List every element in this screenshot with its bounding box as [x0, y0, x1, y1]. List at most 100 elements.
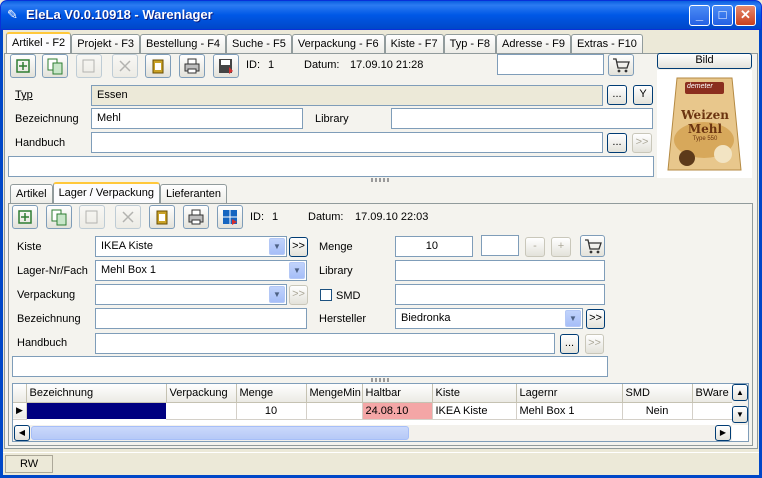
- grid-cell[interactable]: IKEA Kiste: [432, 402, 517, 420]
- search-input[interactable]: [497, 54, 604, 75]
- close-button[interactable]: ✕: [735, 5, 756, 26]
- col-header[interactable]: MengeMin: [306, 384, 363, 403]
- horizontal-scrollbar[interactable]: ◀ ▶: [13, 425, 732, 441]
- scroll-right-icon[interactable]: ▶: [715, 425, 731, 441]
- sub-tab-strip: Artikel Lager / Verpackung Lieferanten: [10, 182, 228, 204]
- chevron-down-icon[interactable]: ▼: [269, 286, 285, 303]
- menge-label: Menge: [319, 241, 353, 253]
- tab-suche[interactable]: Suche - F5: [226, 34, 292, 54]
- copy-icon[interactable]: [46, 205, 72, 229]
- print-icon[interactable]: [183, 205, 209, 229]
- smd-input[interactable]: [395, 284, 605, 305]
- chevron-down-icon[interactable]: ▼: [565, 310, 581, 327]
- kiste-select[interactable]: IKEA Kiste ▼: [95, 236, 287, 257]
- tab-typ[interactable]: Typ - F8: [443, 34, 496, 54]
- tab-projekt[interactable]: Projekt - F3: [71, 34, 141, 54]
- grid-cell[interactable]: 24.08.10: [362, 402, 433, 420]
- cart-icon[interactable]: [580, 235, 605, 257]
- hersteller-select[interactable]: Biedronka ▼: [395, 308, 583, 329]
- main-tab-strip: Artikel - F2 Projekt - F3 Bestellung - F…: [6, 32, 643, 54]
- tab-verpackung[interactable]: Verpackung - F6: [291, 34, 385, 54]
- scroll-up-icon[interactable]: ▲: [732, 384, 748, 401]
- col-header[interactable]: Bezeichnung: [26, 384, 167, 403]
- menge-input[interactable]: 10: [395, 236, 473, 257]
- edit-icon[interactable]: [79, 205, 105, 229]
- col-header[interactable]: Verpackung: [166, 384, 237, 403]
- lagernr-select[interactable]: Mehl Box 1 ▼: [95, 260, 307, 281]
- lager-handbuch-dots-button[interactable]: ...: [560, 334, 579, 354]
- lager-handbuch-input[interactable]: [95, 333, 555, 354]
- lager-handbuch-open-button[interactable]: >>: [585, 334, 604, 354]
- lager-bezeichnung-input[interactable]: [95, 308, 307, 329]
- library-input[interactable]: [391, 108, 653, 129]
- save-icon[interactable]: [213, 54, 239, 78]
- verpackung-open-button[interactable]: >>: [289, 285, 308, 305]
- chevron-down-icon[interactable]: ▼: [289, 262, 305, 279]
- subtab-lieferanten[interactable]: Lieferanten: [159, 184, 228, 204]
- typ-field[interactable]: Essen: [91, 85, 603, 106]
- notes-input[interactable]: [8, 156, 654, 177]
- grid-save-icon[interactable]: [217, 205, 243, 229]
- tab-extras[interactable]: Extras - F10: [570, 34, 643, 54]
- copy-icon[interactable]: [42, 54, 68, 78]
- verpackung-select[interactable]: ▼: [95, 284, 287, 305]
- typ-y-button[interactable]: Y: [633, 85, 653, 105]
- step-input[interactable]: [481, 235, 519, 256]
- col-header[interactable]: Haltbar: [362, 384, 433, 403]
- scroll-down-icon[interactable]: ▼: [732, 406, 748, 423]
- scroll-left-icon[interactable]: ◀: [14, 425, 30, 441]
- grid-cell[interactable]: 10: [236, 402, 307, 420]
- delete-icon[interactable]: [115, 205, 141, 229]
- col-header[interactable]: BWare: [692, 384, 734, 403]
- handbuch-input[interactable]: [91, 132, 603, 153]
- tab-kiste[interactable]: Kiste - F7: [384, 34, 444, 54]
- clipboard-icon[interactable]: [149, 205, 175, 229]
- subtab-artikel[interactable]: Artikel: [10, 184, 53, 204]
- status-mode: RW: [5, 455, 53, 473]
- lager-notes-input[interactable]: [12, 356, 608, 377]
- col-header[interactable]: Lagernr: [516, 384, 623, 403]
- minus-button[interactable]: -: [525, 237, 545, 257]
- grid-cell[interactable]: [692, 402, 734, 420]
- splitter-grip[interactable]: [371, 178, 391, 182]
- edit-icon[interactable]: [76, 54, 102, 78]
- new-icon[interactable]: [12, 205, 38, 229]
- grid-cell[interactable]: [306, 402, 363, 420]
- vertical-scrollbar[interactable]: ▲ ▼: [732, 384, 748, 425]
- smd-checkbox[interactable]: [320, 289, 332, 301]
- kiste-label: Kiste: [17, 241, 42, 253]
- handbuch-dots-button[interactable]: ...: [607, 133, 627, 153]
- col-header[interactable]: Kiste: [432, 384, 517, 403]
- cart-icon[interactable]: [608, 54, 634, 76]
- grid-cell[interactable]: Nein: [622, 402, 693, 420]
- maximize-button[interactable]: □: [712, 5, 733, 26]
- product-text-line2: Mehl: [687, 122, 723, 136]
- tab-artikel[interactable]: Artikel - F2: [6, 32, 72, 54]
- clipboard-icon[interactable]: [145, 54, 171, 78]
- scroll-thumb[interactable]: [31, 426, 409, 440]
- bezeichnung-input[interactable]: Mehl: [91, 108, 303, 129]
- minimize-button[interactable]: _: [689, 5, 710, 26]
- delete-icon[interactable]: [112, 54, 138, 78]
- chevron-down-icon[interactable]: ▼: [269, 238, 285, 255]
- tab-adresse[interactable]: Adresse - F9: [495, 34, 571, 54]
- print-icon[interactable]: [179, 54, 205, 78]
- new-icon[interactable]: [10, 54, 36, 78]
- table-row[interactable]: ▶ 10 24.08.10 IKEA Kiste Mehl Box 1 Nein: [13, 401, 734, 420]
- subtab-lager-verpackung[interactable]: Lager / Verpackung: [52, 182, 160, 204]
- lager-library-input[interactable]: [395, 260, 605, 281]
- handbuch-open-button[interactable]: >>: [632, 133, 652, 153]
- bild-button[interactable]: Bild: [657, 53, 752, 69]
- col-header[interactable]: SMD: [622, 384, 693, 403]
- plus-button[interactable]: +: [551, 237, 571, 257]
- grid-cell[interactable]: Mehl Box 1: [516, 402, 623, 420]
- col-header[interactable]: Menge: [236, 384, 307, 403]
- grid-cell[interactable]: [25, 401, 167, 420]
- product-text-line3: Type 550: [692, 136, 718, 142]
- splitter-grip[interactable]: [371, 378, 391, 382]
- grid-cell[interactable]: [166, 402, 237, 420]
- kiste-open-button[interactable]: >>: [289, 237, 308, 257]
- tab-bestellung[interactable]: Bestellung - F4: [140, 34, 227, 54]
- typ-dots-button[interactable]: ...: [607, 85, 627, 105]
- hersteller-open-button[interactable]: >>: [586, 309, 605, 329]
